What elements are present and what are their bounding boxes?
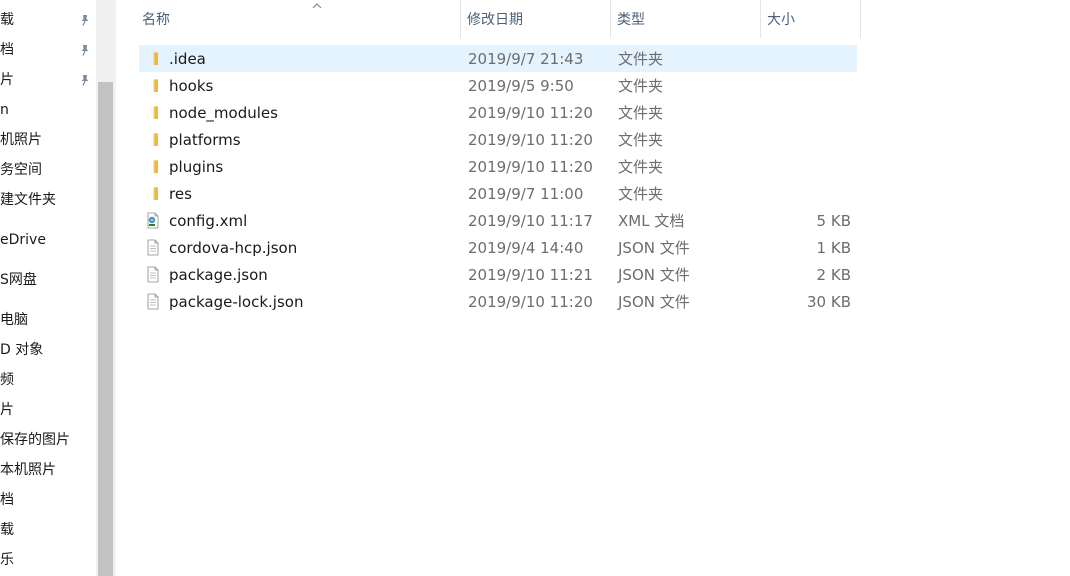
file-date: 2019/9/7 11:00 bbox=[468, 185, 584, 203]
file-size: 2 KB bbox=[816, 266, 851, 284]
sort-ascending-icon bbox=[312, 3, 322, 9]
column-size-label: 大小 bbox=[767, 12, 795, 28]
navigation-scrollbar[interactable] bbox=[96, 0, 116, 576]
file-icon bbox=[147, 293, 159, 310]
file-date: 2019/9/7 21:43 bbox=[468, 50, 584, 68]
file-name: cordova-hcp.json bbox=[169, 239, 298, 257]
file-name: config.xml bbox=[169, 212, 248, 230]
nav-item-label: eDrive bbox=[0, 232, 46, 248]
folder-icon bbox=[153, 133, 158, 146]
pin-icon bbox=[81, 15, 89, 26]
file-size: 5 KB bbox=[816, 212, 851, 230]
file-name: platforms bbox=[169, 131, 241, 149]
file-row[interactable]: res 2019/9/7 11:00 文件夹 bbox=[139, 180, 857, 207]
nav-item-label: 档 bbox=[0, 492, 14, 508]
file-icon bbox=[147, 239, 159, 256]
file-size: 1 KB bbox=[816, 239, 851, 257]
nav-item-label: 片 bbox=[0, 72, 14, 88]
file-row[interactable]: package-lock.json 2019/9/10 11:20 JSON 文件 3… bbox=[139, 288, 857, 315]
file-type: XML 文档 bbox=[618, 212, 685, 230]
xml-file-icon bbox=[147, 212, 159, 229]
pin-icon bbox=[81, 45, 89, 56]
nav-item-label: 乐 bbox=[0, 552, 14, 568]
file-date: 2019/9/5 9:50 bbox=[468, 77, 574, 95]
file-row[interactable]: .idea 2019/9/7 21:43 文件夹 bbox=[139, 45, 857, 72]
file-date: 2019/9/10 11:20 bbox=[468, 293, 593, 311]
file-row[interactable]: platforms 2019/9/10 11:20 文件夹 bbox=[139, 126, 857, 153]
file-date: 2019/9/10 11:20 bbox=[468, 131, 593, 149]
nav-item-label: 保存的图片 bbox=[0, 432, 70, 448]
column-header-date[interactable]: 修改日期 bbox=[461, 0, 611, 38]
file-type: 文件夹 bbox=[618, 131, 664, 149]
file-icon bbox=[147, 266, 159, 283]
column-header-name[interactable]: 名称 bbox=[136, 0, 461, 38]
file-row[interactable]: config.xml 2019/9/10 11:17 XML 文档 5 KB bbox=[139, 207, 857, 234]
folder-icon bbox=[153, 106, 158, 119]
file-type: 文件夹 bbox=[618, 50, 664, 68]
file-row[interactable]: hooks 2019/9/5 9:50 文件夹 bbox=[139, 72, 857, 99]
file-name: plugins bbox=[169, 158, 224, 176]
file-row[interactable]: plugins 2019/9/10 11:20 文件夹 bbox=[139, 153, 857, 180]
nav-item-label: 频 bbox=[0, 372, 14, 388]
file-explorer-window: 载档片 n 机照片 务空间 建文件夹 eDrive S网盘 电脑 D 对象频片保存的图片 本机照片… bbox=[0, 0, 1070, 576]
file-type: JSON 文件 bbox=[618, 293, 690, 311]
file-type: 文件夹 bbox=[618, 77, 664, 95]
file-type: 文件夹 bbox=[618, 185, 664, 203]
file-date: 2019/9/10 11:20 bbox=[468, 104, 593, 122]
file-size: 30 KB bbox=[807, 293, 851, 311]
pin-icon bbox=[81, 75, 89, 86]
column-type-label: 类型 bbox=[617, 12, 645, 28]
nav-item-label: 建文件夹 bbox=[0, 192, 56, 208]
nav-item-label: 电脑 bbox=[0, 312, 28, 328]
nav-item-label: 机照片 bbox=[0, 132, 42, 148]
column-header: 名称 修改日期 类型 大小 bbox=[116, 0, 1070, 38]
file-date: 2019/9/10 11:21 bbox=[468, 266, 593, 284]
nav-item-label: 载 bbox=[0, 12, 14, 28]
scrollbar-thumb[interactable] bbox=[98, 82, 113, 576]
column-date-label: 修改日期 bbox=[467, 12, 523, 28]
file-name: hooks bbox=[169, 77, 214, 95]
file-row[interactable]: package.json 2019/9/10 11:21 JSON 文件 2 KB bbox=[139, 261, 857, 288]
file-row[interactable]: cordova-hcp.json 2019/9/4 14:40 JSON 文件 1 K… bbox=[139, 234, 857, 261]
file-name: .idea bbox=[169, 50, 206, 68]
nav-item-label: D 对象 bbox=[0, 342, 44, 358]
navigation-pane: 载档片 n 机照片 务空间 建文件夹 eDrive S网盘 电脑 D 对象频片保存的图片 本机照片… bbox=[0, 0, 96, 576]
file-name: res bbox=[169, 185, 192, 203]
file-row[interactable]: node_modules 2019/9/10 11:20 文件夹 bbox=[139, 99, 857, 126]
nav-item-label: 本机照片 bbox=[0, 462, 56, 478]
file-type: JSON 文件 bbox=[618, 239, 690, 257]
folder-icon bbox=[153, 52, 158, 65]
file-name: package-lock.json bbox=[169, 293, 304, 311]
file-date: 2019/9/4 14:40 bbox=[468, 239, 584, 257]
folder-icon bbox=[153, 160, 158, 173]
nav-item-label: 片 bbox=[0, 402, 14, 418]
file-type: 文件夹 bbox=[618, 104, 664, 122]
folder-icon bbox=[153, 187, 158, 200]
file-name: node_modules bbox=[169, 104, 278, 122]
nav-item-label: 档 bbox=[0, 42, 14, 58]
nav-item-label: n bbox=[0, 102, 9, 118]
file-name: package.json bbox=[169, 266, 268, 284]
column-name-label: 名称 bbox=[142, 12, 170, 28]
nav-item-label: S网盘 bbox=[0, 272, 37, 288]
nav-item-label: 载 bbox=[0, 522, 14, 538]
file-type: JSON 文件 bbox=[618, 266, 690, 284]
file-date: 2019/9/10 11:20 bbox=[468, 158, 593, 176]
file-date: 2019/9/10 11:17 bbox=[468, 212, 593, 230]
column-header-size[interactable]: 大小 bbox=[761, 0, 861, 38]
folder-icon bbox=[153, 79, 158, 92]
column-header-type[interactable]: 类型 bbox=[611, 0, 761, 38]
nav-item-label: 务空间 bbox=[0, 162, 42, 178]
file-type: 文件夹 bbox=[618, 158, 664, 176]
